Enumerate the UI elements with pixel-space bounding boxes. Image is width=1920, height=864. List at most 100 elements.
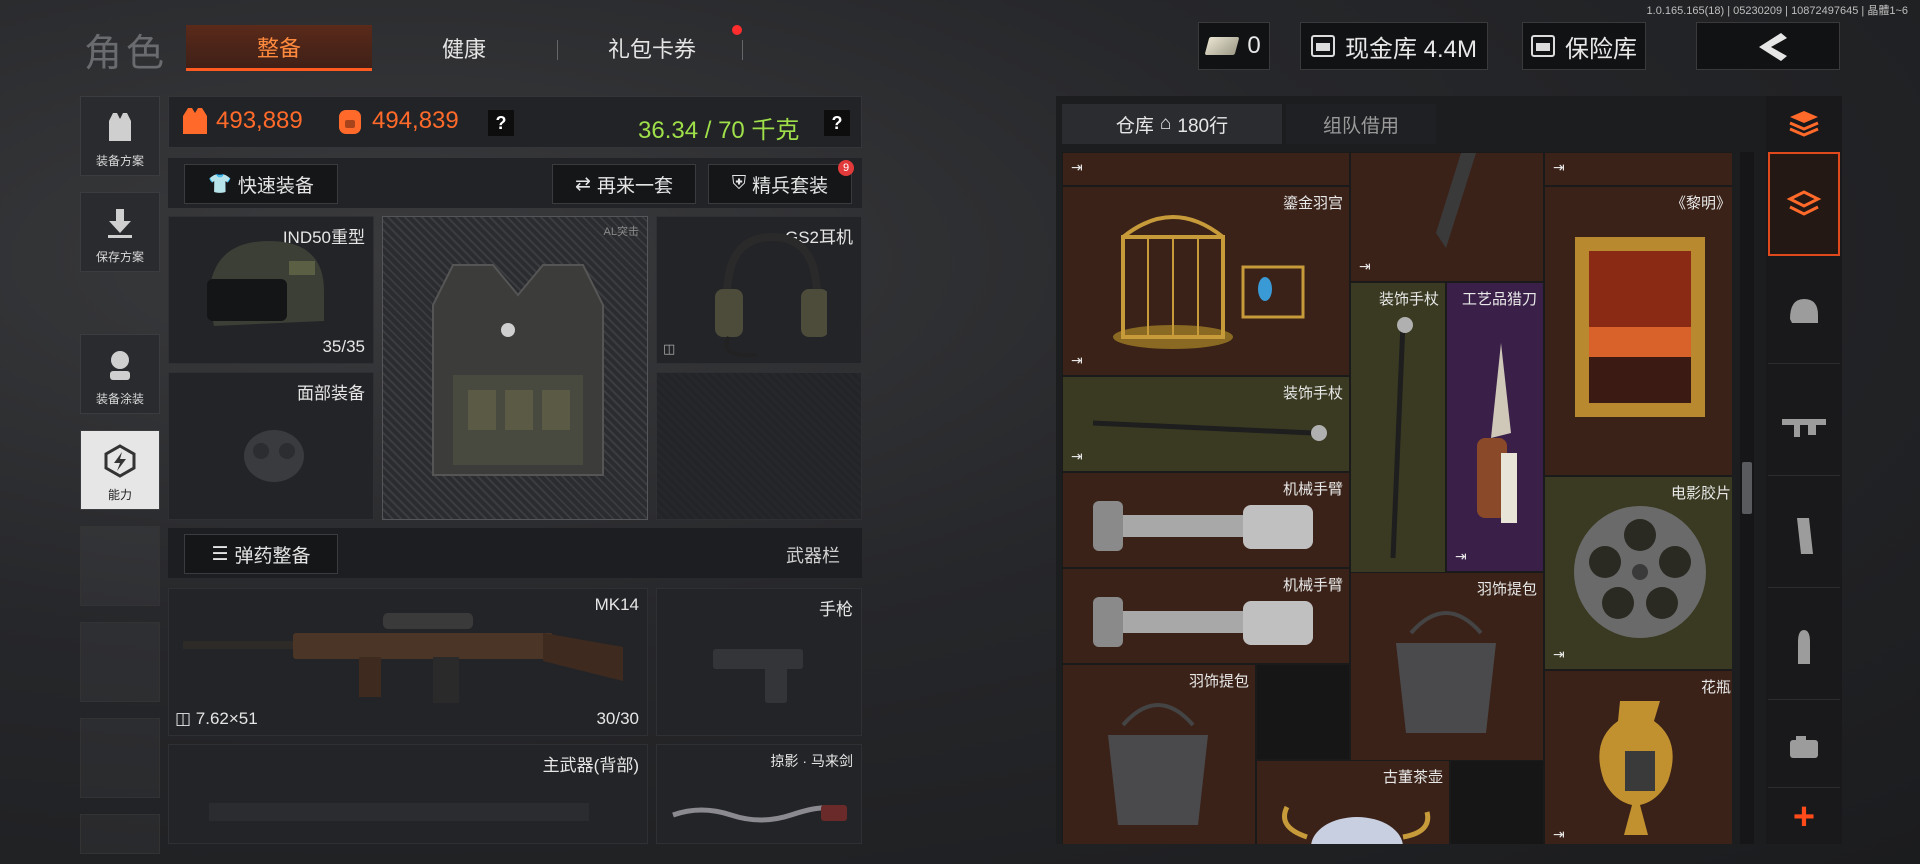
- film-reel-icon: [1574, 506, 1706, 638]
- painting-icon: [1575, 237, 1705, 417]
- pistol-name: 手枪: [819, 600, 853, 619]
- sort-stack-icon[interactable]: [1768, 96, 1840, 148]
- knife-cell[interactable]: 工艺品猎刀 ⇥: [1446, 282, 1544, 572]
- exit-icon: ⇥: [1553, 826, 1565, 842]
- birdcage-cell[interactable]: 鎏金羽宫 ⇥: [1062, 186, 1350, 376]
- helmet-slot[interactable]: IND50重型 35/35: [168, 216, 374, 364]
- back-weapon-slot[interactable]: 主武器(背部): [168, 744, 648, 844]
- loadout-plan-button[interactable]: 装备方案: [80, 96, 160, 176]
- cube-icon: ◫: [663, 341, 676, 356]
- empty-slot: [80, 814, 160, 854]
- tab-storage[interactable]: 仓库 ⌂ 180行: [1062, 104, 1282, 144]
- download-icon: [103, 206, 137, 240]
- headset-slot[interactable]: GS2耳机 ◫: [656, 216, 862, 364]
- item-cell[interactable]: ⇥: [1062, 152, 1350, 186]
- helmet-icon: [207, 241, 324, 326]
- cash-icon: [1204, 37, 1240, 55]
- backpack-icon: [339, 110, 361, 134]
- empty-cell: [1450, 760, 1544, 844]
- knife-icon: [1477, 343, 1517, 523]
- feather-bag-icon: [1396, 611, 1496, 733]
- safe-label: 保险库: [1565, 35, 1637, 63]
- film-reel-cell[interactable]: 电影胶片 ⇥: [1544, 476, 1732, 670]
- paint-button[interactable]: 装备涂装: [80, 334, 160, 414]
- ammo-equip-button[interactable]: ☰ 弹药整备: [184, 534, 338, 574]
- weight-help-button[interactable]: ?: [824, 110, 850, 136]
- painting-cell[interactable]: 《黎明》: [1544, 186, 1732, 476]
- vase-icon: [1599, 701, 1673, 835]
- exit-icon: ⇥: [1553, 159, 1565, 175]
- feather-bag-icon: [1108, 703, 1208, 825]
- cane-icon: [1390, 317, 1413, 559]
- armor-icon: [183, 108, 207, 134]
- quick-equip-button[interactable]: 👕 快速装备: [184, 164, 338, 204]
- cane-icon: [1092, 420, 1327, 441]
- shield-icon: ⛨: [731, 173, 747, 194]
- safe-icon: [1531, 35, 1555, 57]
- birdcage-icon: [1113, 215, 1305, 349]
- weight-value: 36.34 / 70 千克: [638, 117, 800, 144]
- mech-arm-cell[interactable]: 机械手臂: [1062, 568, 1350, 664]
- empty-slot: [656, 372, 862, 520]
- item-cell[interactable]: ⇥: [1350, 152, 1544, 282]
- back-weapon-name: 主武器(背部): [542, 756, 639, 775]
- vase-cell[interactable]: 花瓶 ⇥: [1544, 670, 1732, 844]
- mech-arm-cell[interactable]: 机械手臂: [1062, 472, 1350, 568]
- scrollbar-thumb[interactable]: [1742, 462, 1752, 514]
- helmet-durability: 35/35: [322, 337, 365, 356]
- category-magazine-button[interactable]: [1768, 484, 1840, 588]
- storage-grid: ⇥ ⇥ ⇥ 鎏金羽宫 ⇥ 《黎明》 装饰手杖 工艺品猎刀 ⇥ 装饰手杖 ⇥ 机械…: [1062, 152, 1732, 844]
- tab-divider: [742, 40, 743, 60]
- primary-weapon-slot[interactable]: MK14 ◫ 7.62×51 30/30: [168, 588, 648, 736]
- teapot-cell[interactable]: 古董茶壶: [1256, 760, 1450, 844]
- empty-cell: [1256, 664, 1350, 760]
- ability-button[interactable]: 能力: [80, 430, 160, 510]
- rifle-silhouette-icon: [209, 803, 589, 821]
- another-set-button[interactable]: ⇄ 再来一套: [552, 164, 696, 204]
- refresh-icon: ⇄: [575, 173, 591, 195]
- item-cell[interactable]: ⇥: [1544, 152, 1732, 186]
- weapon-bar-label: 武器栏: [786, 546, 840, 566]
- ammo-icon: ☰: [211, 543, 229, 565]
- feather-bag-cell[interactable]: 羽饰提包: [1062, 664, 1256, 844]
- face-slot[interactable]: 面部装备: [168, 372, 374, 520]
- kris-icon: [672, 805, 847, 823]
- mech-arm-icon: [1093, 501, 1313, 551]
- cash-count: 0: [1247, 32, 1261, 59]
- vest-icon: [432, 264, 604, 476]
- rail-label: 装备方案: [95, 154, 144, 168]
- value-help-button[interactable]: ?: [488, 110, 514, 136]
- version-info: 1.0.165.165(18) | 05230209 | 10872497645…: [1646, 5, 1908, 17]
- cash-vault-button[interactable]: 现金库 4.4M: [1300, 22, 1488, 70]
- back-arrow-icon: [1759, 33, 1787, 61]
- shirt-icon: 👕: [208, 174, 232, 195]
- category-helmet-button[interactable]: [1768, 260, 1840, 364]
- face-name: 面部装备: [297, 384, 365, 403]
- feather-bag-cell[interactable]: 羽饰提包: [1350, 572, 1544, 762]
- exit-icon: ⇥: [1071, 159, 1083, 175]
- armor-slot[interactable]: AL突击: [382, 216, 648, 520]
- page-title: 角色: [84, 33, 169, 75]
- back-button[interactable]: [1696, 22, 1840, 70]
- category-all-button[interactable]: [1768, 152, 1840, 256]
- empty-slot: [80, 622, 160, 702]
- tab-equip[interactable]: 整备: [186, 25, 372, 71]
- tab-gift-cards[interactable]: 礼包卡券: [562, 25, 742, 71]
- category-attachment-button[interactable]: [1768, 708, 1840, 788]
- pistol-slot[interactable]: 手枪: [656, 588, 862, 736]
- elite-set-button[interactable]: ⛨ 精兵套装: [708, 164, 852, 204]
- cash-counter[interactable]: 0: [1198, 22, 1270, 70]
- category-rifle-button[interactable]: [1768, 372, 1840, 476]
- exit-icon: ⇥: [1071, 352, 1083, 368]
- cane-horizontal-cell[interactable]: 装饰手杖 ⇥: [1062, 376, 1350, 472]
- melee-name: 掠影 · 马来剑: [770, 753, 853, 769]
- tab-health[interactable]: 健康: [374, 25, 554, 71]
- mask-icon: [244, 430, 304, 482]
- category-ammo-button[interactable]: [1768, 596, 1840, 700]
- caliber-label: ◫ 7.62×51: [175, 709, 258, 728]
- save-plan-button[interactable]: 保存方案: [80, 192, 160, 272]
- safe-button[interactable]: 保险库: [1522, 22, 1646, 70]
- add-button[interactable]: +: [1768, 792, 1840, 842]
- melee-slot[interactable]: 掠影 · 马来剑: [656, 744, 862, 844]
- tab-team-borrow[interactable]: 组队借用: [1286, 104, 1436, 144]
